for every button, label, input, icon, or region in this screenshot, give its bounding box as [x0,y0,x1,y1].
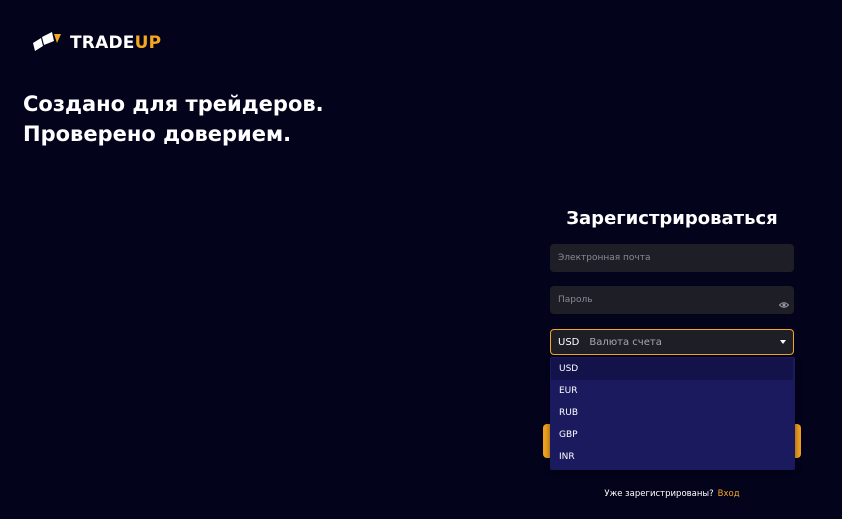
currency-option-usd[interactable]: USD [551,358,793,380]
password-field[interactable] [550,286,794,314]
register-form: Зарегистрироваться [550,208,794,229]
register-title: Зарегистрироваться [566,208,778,229]
logo[interactable]: TRADEUP [30,32,161,54]
email-field-wrapper [550,244,794,272]
currency-option-eur[interactable]: EUR [551,380,793,402]
login-prompt: Уже зарегистрированы? Вход [550,489,794,499]
logo-text-up: UP [134,33,162,53]
currency-option-gbp[interactable]: GBP [551,424,793,446]
currency-option-rub[interactable]: RUB [551,402,793,424]
page: TRADEUP Создано для трейдеров. Проверено… [0,0,842,519]
currency-selected: USD [558,336,580,348]
currency-dropdown: USD EUR RUB GBP INR [550,357,795,470]
currency-select[interactable]: USD Валюта счета [550,329,794,355]
chevron-down-icon [780,340,786,344]
logo-text: TRADEUP [70,33,161,53]
currency-option-inr[interactable]: INR [551,446,793,468]
email-field[interactable] [550,244,794,272]
logo-text-trade: TRADE [70,33,135,53]
currency-placeholder: Валюта счета [589,336,662,348]
login-prompt-text: Уже зарегистрированы? [604,489,714,499]
tradeup-logo-icon [30,32,62,54]
password-field-wrapper [550,286,794,314]
hero-headline: Создано для трейдеров. Проверено доверие… [23,92,324,146]
login-link[interactable]: Вход [718,489,740,499]
eye-icon[interactable] [778,295,790,308]
